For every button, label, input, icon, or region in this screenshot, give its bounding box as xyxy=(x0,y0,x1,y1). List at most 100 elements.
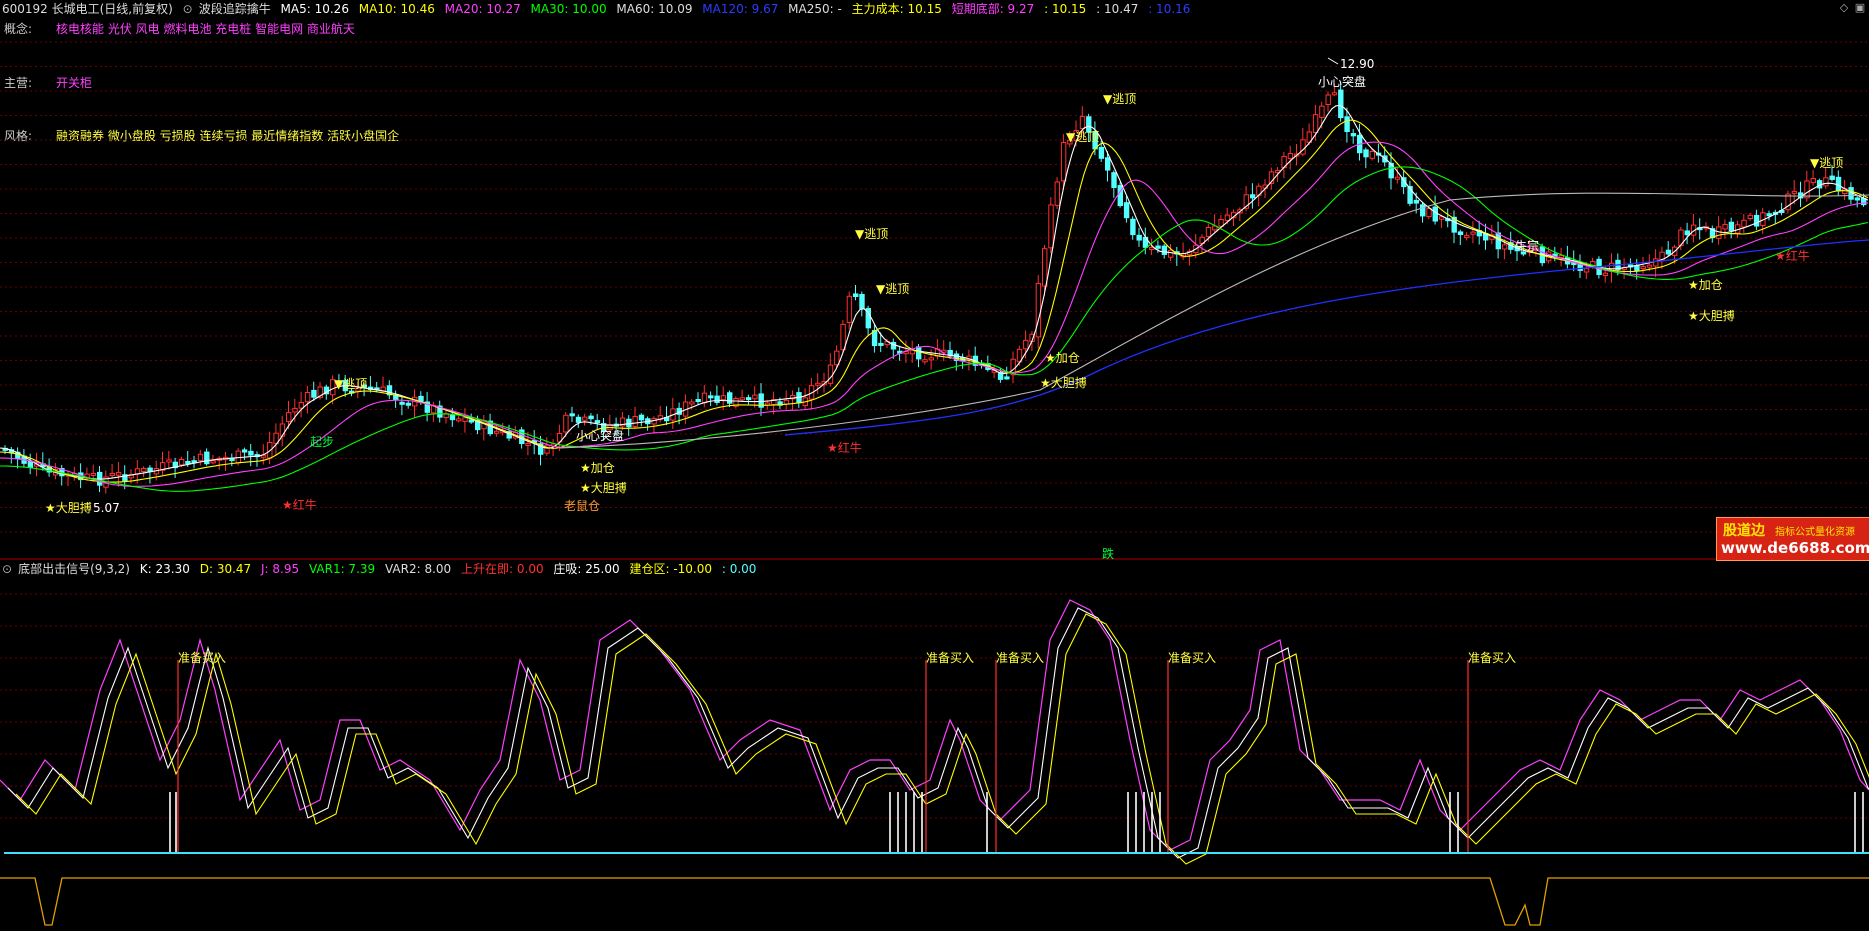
candle-body xyxy=(859,293,865,309)
candle-body xyxy=(399,401,405,405)
candle-body xyxy=(1023,339,1029,350)
candle-body xyxy=(1111,172,1117,188)
candle-body xyxy=(456,418,462,422)
candle-body xyxy=(853,293,859,298)
candle-body xyxy=(1155,245,1161,249)
candle-body xyxy=(1583,268,1590,273)
candle-body xyxy=(563,414,569,433)
candle-body xyxy=(1501,244,1508,250)
j-value: J: 8.95 xyxy=(261,562,300,576)
candle-body xyxy=(468,419,475,423)
chart-annotation: ★大胆搏 xyxy=(1040,376,1087,390)
candle-body xyxy=(815,382,821,386)
candle-body xyxy=(405,402,412,406)
candle-body xyxy=(1363,149,1369,158)
candle-body xyxy=(1331,92,1338,96)
candle-body xyxy=(1048,204,1054,249)
chart-annotation: ★大胆搏 xyxy=(1688,309,1735,323)
candle-body xyxy=(632,415,638,427)
candle-body xyxy=(1319,105,1325,118)
candle-body xyxy=(525,442,531,446)
chart-annotation: 老鼠仓 xyxy=(564,499,600,513)
chart-annotation: 5.07 xyxy=(93,501,120,515)
chart-annotation: 小心突盘 xyxy=(1318,74,1366,89)
candle-body xyxy=(197,453,204,462)
candle-body xyxy=(739,397,745,401)
candle-body xyxy=(1130,218,1136,236)
candle-body xyxy=(1766,213,1772,217)
candle-body xyxy=(1432,206,1438,222)
ma120-line xyxy=(784,239,1869,436)
candle-body xyxy=(1684,230,1690,236)
candle-body xyxy=(1728,221,1735,232)
candle-body xyxy=(689,401,695,405)
candle-body xyxy=(783,399,790,405)
candle-body xyxy=(1338,89,1344,119)
candle-body xyxy=(1369,151,1375,159)
candle-body xyxy=(1829,175,1835,180)
candle-body xyxy=(185,460,191,464)
watermark-tagline: 指标公式量化资源 xyxy=(1775,527,1855,538)
candle-body xyxy=(1060,142,1067,182)
candle-body xyxy=(582,416,588,421)
var1-value: VAR1: 7.39 xyxy=(308,562,376,576)
chart-annotation: 小心突盘 xyxy=(576,428,624,443)
candle-body xyxy=(449,414,456,421)
candle-body xyxy=(928,357,934,361)
chart-annotation: ▼逃顶 xyxy=(855,227,888,241)
candlestick-chart[interactable]: ▼逃顶 ▼逃顶 ▼逃顶 ▼逃顶 ▼逃顶 ▼逃顶 ★加仓 ★加仓 ★加仓 ★大胆搏 ★大胆搏 ★大胆搏 ★… xyxy=(0,0,1869,931)
candle-body xyxy=(1035,282,1042,338)
candle-body xyxy=(922,359,928,363)
candle-body xyxy=(141,467,147,473)
candle-body xyxy=(701,392,708,404)
candle-body xyxy=(1470,231,1476,235)
candle-body xyxy=(1753,214,1760,227)
j-line xyxy=(0,599,1869,851)
candle-body xyxy=(462,417,468,422)
indicator-name[interactable]: 底部出击信号(9,3,2) xyxy=(18,562,130,576)
ready-buy-label: 准备买入 xyxy=(1168,651,1216,665)
ready-buy-label: 准备买入 xyxy=(996,651,1044,665)
candle-body xyxy=(1823,177,1829,187)
candle-body xyxy=(115,472,122,476)
candle-body xyxy=(1457,231,1464,236)
chart-annotation: ★红牛 xyxy=(1775,248,1810,263)
build-zone-line xyxy=(0,877,1869,926)
candle-body xyxy=(27,460,34,468)
chart-annotation: ▼逃顶 xyxy=(876,282,909,296)
candle-body xyxy=(1136,234,1142,241)
candle-body xyxy=(1149,247,1155,251)
watermark-url: www.de6688.com xyxy=(1721,539,1869,557)
absorb-value: 庄吸: 25.00 xyxy=(553,562,620,576)
candle-body xyxy=(1350,133,1357,137)
candle-body xyxy=(720,395,727,401)
candle-body xyxy=(1249,194,1256,199)
chart-annotation: ★红牛 xyxy=(282,497,317,512)
var2-value: VAR2: 8.00 xyxy=(384,562,452,576)
candle-body xyxy=(752,394,758,400)
chart-annotation: ▼逃顶 xyxy=(1066,130,1099,144)
collapse-icon[interactable]: ⊙ xyxy=(2,562,12,576)
candle-body xyxy=(1634,265,1640,271)
candle-body xyxy=(166,459,172,463)
candle-body xyxy=(827,364,834,384)
candle-body xyxy=(418,395,424,402)
candle-body xyxy=(1105,157,1111,171)
candle-body xyxy=(493,430,500,434)
chart-annotation: ★大胆搏 xyxy=(45,501,92,515)
candle-body xyxy=(745,397,752,401)
candle-body xyxy=(210,460,216,464)
candle-body xyxy=(1168,249,1174,258)
candle-body xyxy=(1854,197,1861,201)
candle-body xyxy=(1287,153,1294,159)
d-value: D: 30.47 xyxy=(199,562,252,576)
candle-body xyxy=(1722,223,1728,230)
candle-body xyxy=(840,323,846,351)
candle-body xyxy=(727,392,733,404)
candle-body xyxy=(1640,266,1646,270)
candle-body xyxy=(638,414,645,421)
candle-body xyxy=(1224,214,1231,221)
candle-body xyxy=(1161,245,1168,255)
candle-body xyxy=(1558,255,1564,259)
ready-buy-label: 准备买入 xyxy=(178,651,226,665)
